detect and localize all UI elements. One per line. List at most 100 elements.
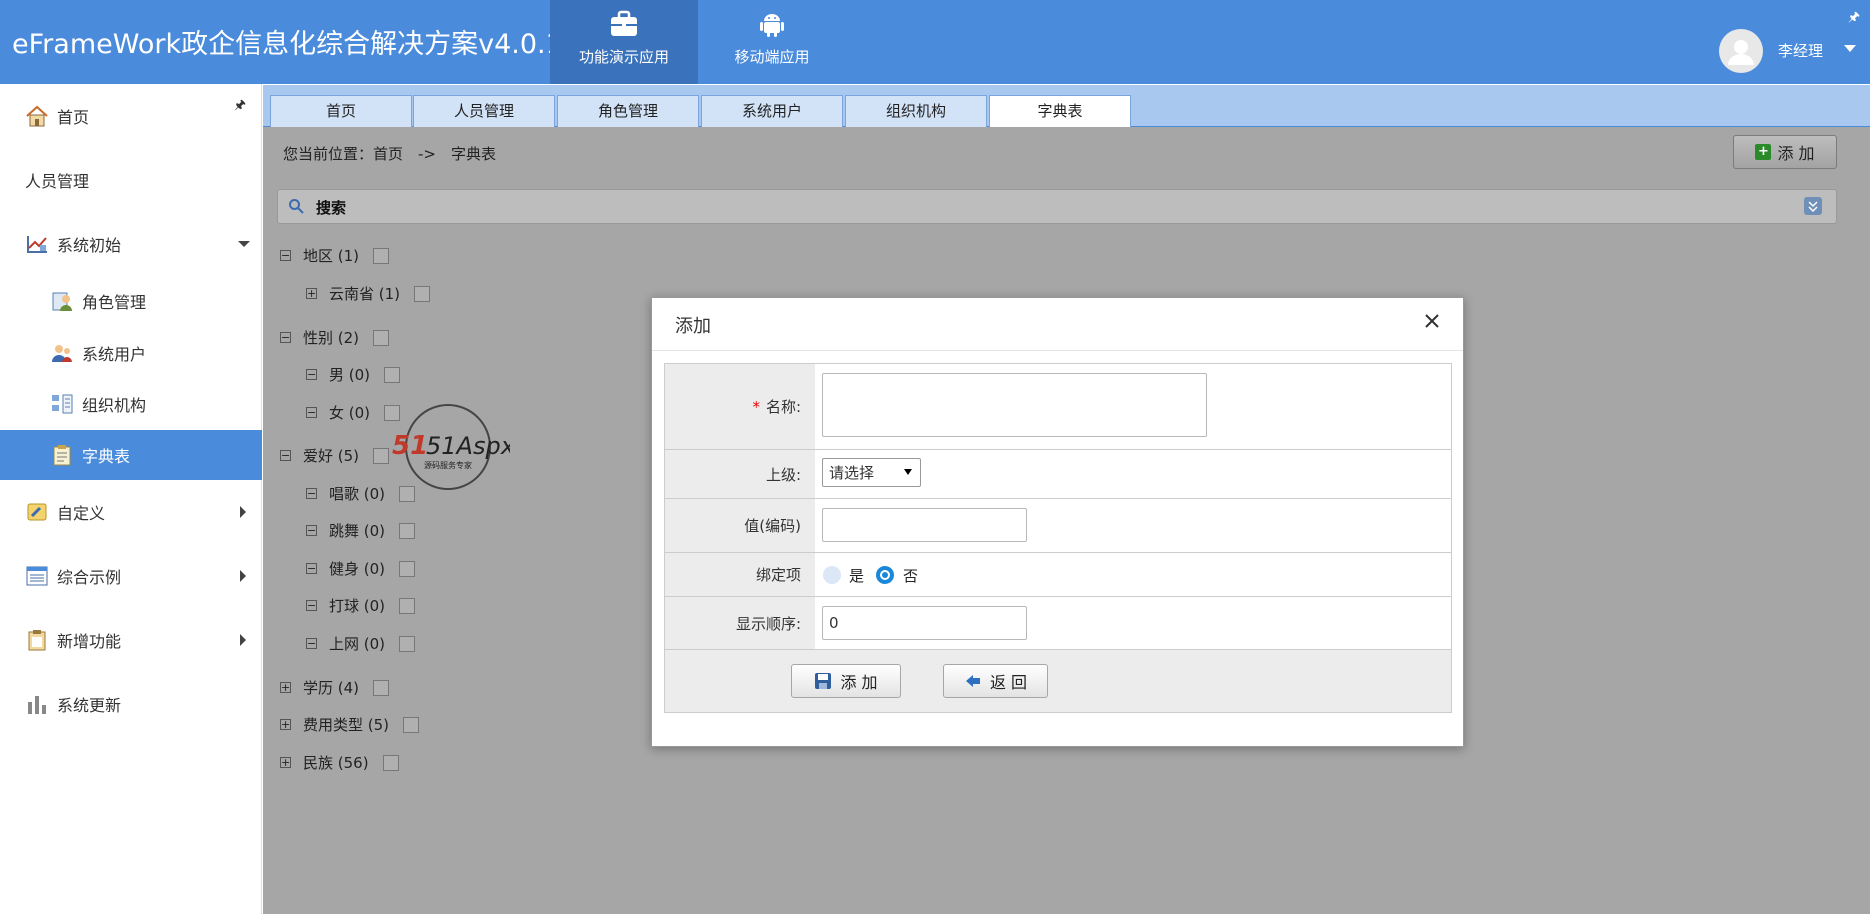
collapse-node-icon[interactable]: − [306,488,317,499]
tree-node[interactable]: − 上网 (0) [306,633,416,654]
sidebar-item-label: 综合示例 [57,568,122,587]
pin-icon[interactable]: 🖈 [1848,8,1860,30]
tree-checkbox[interactable] [373,247,390,264]
expand-node-icon[interactable]: + [280,682,291,693]
nav-mobile-apps[interactable]: 移动端应用 [698,0,846,84]
tree-checkbox[interactable] [399,560,416,577]
form-row [665,597,1451,650]
chevron-down-icon [904,469,912,475]
tree-checkbox[interactable] [399,597,416,614]
briefcase-icon [611,10,637,36]
collapse-node-icon[interactable]: − [306,563,317,574]
bind-yes-radio[interactable] [823,566,841,584]
sidebar-item-system-init[interactable]: 系统初始 [0,219,262,269]
name-input[interactable] [822,373,1207,437]
sidebar-item-custom[interactable]: 自定义 [0,487,262,537]
tab-system-users[interactable]: 系统用户 [701,95,843,127]
chevron-down-icon[interactable] [1844,45,1856,52]
sidebar-item-personnel[interactable]: 人员管理 [0,155,262,205]
user-name[interactable]: 李经理 [1778,40,1823,61]
collapse-node-icon[interactable]: − [306,369,317,380]
bar-chart-icon [28,696,46,714]
value-code-input[interactable] [822,508,1027,542]
sidebar-item-organization[interactable]: 组织机构 [0,379,262,429]
settings-chart-icon [27,236,47,253]
display-order-input[interactable]: 0 [822,606,1027,640]
tab-personnel[interactable]: 人员管理 [413,95,555,127]
role-icon [52,292,72,311]
close-icon[interactable] [1421,310,1443,332]
tree-checkbox[interactable] [414,285,431,302]
back-arrow-icon [965,675,980,687]
collapse-node-icon[interactable]: − [306,638,317,649]
dictionary-icon [53,445,71,466]
tab-dictionary[interactable]: 字典表 [989,95,1131,127]
dialog-divider [652,350,1463,351]
expand-node-icon[interactable]: + [280,757,291,768]
dialog-add-button[interactable]: 添 加 [791,664,901,698]
collapse-node-icon[interactable]: − [306,525,317,536]
list-icon [26,566,48,586]
nav-demo-apps[interactable]: 功能演示应用 [550,0,698,84]
scrollbar[interactable] [1853,127,1870,914]
sidebar-item-home[interactable]: 首页 [0,91,262,141]
save-icon [815,673,832,689]
tree-node[interactable]: − 跳舞 (0) [306,520,416,541]
collapse-node-icon[interactable]: − [306,600,317,611]
watermark-logo: 51 51Aspx 源码服务专家 [392,404,510,490]
tree-node[interactable]: − 打球 (0) [306,595,416,616]
search-icon [289,199,304,214]
tree-checkbox[interactable] [373,447,390,464]
sidebar-item-label: 组织机构 [82,396,147,415]
form-row [665,450,1451,499]
dialog-back-button[interactable]: 返 回 [943,664,1048,698]
collapse-icon[interactable] [1804,197,1822,215]
svg-text:51Aspx: 51Aspx [426,432,510,460]
tree-checkbox[interactable] [399,635,416,652]
tree-checkbox[interactable] [384,366,401,383]
collapse-node-icon[interactable]: − [280,450,291,461]
tab-home[interactable]: 首页 [270,95,412,127]
tree-node[interactable]: − 健身 (0) [306,558,416,579]
tree-checkbox[interactable] [403,716,420,733]
add-button[interactable]: + 添 加 [1733,135,1837,169]
expand-node-icon[interactable]: + [280,719,291,730]
tree-node[interactable]: − 男 (0) [306,364,401,385]
sidebar: 🖈 首页 人员管理 系统初始 角色管理 系统用户 组织机构 字典表 自定义 综合… [0,84,262,914]
tab-organization[interactable]: 组织机构 [845,95,987,127]
parent-select[interactable]: 请选择 [822,458,921,487]
collapse-node-icon[interactable]: − [280,250,291,261]
search-panel[interactable] [277,189,1837,224]
sidebar-item-roles[interactable]: 角色管理 [0,276,262,326]
android-icon [760,14,784,37]
sidebar-item-system-users[interactable]: 系统用户 [0,328,262,378]
chevron-right-icon [240,634,246,646]
tree-node[interactable]: + 费用类型 (5) [280,714,420,735]
sidebar-item-system-update[interactable]: 系统更新 [0,679,262,729]
tree-checkbox[interactable] [373,329,390,346]
collapse-node-icon[interactable]: − [306,407,317,418]
tree-checkbox[interactable] [373,679,390,696]
tree-checkbox[interactable] [382,754,399,771]
tree-node[interactable]: − 爱好 (5) [280,445,390,466]
tree-node[interactable]: + 学历 (4) [280,677,390,698]
collapse-node-icon[interactable]: − [280,332,291,343]
tree-node[interactable]: − 女 (0) [306,402,401,423]
expand-node-icon[interactable]: + [306,288,317,299]
tree-node[interactable]: − 地区 (1) [280,245,390,266]
tree-node[interactable]: − 性别 (2) [280,327,390,348]
sidebar-item-new-features[interactable]: 新增功能 [0,615,262,665]
sidebar-item-label: 人员管理 [25,172,90,191]
chevron-right-icon [240,570,246,582]
tree-checkbox[interactable] [399,522,416,539]
sidebar-item-examples[interactable]: 综合示例 [0,551,262,601]
sidebar-item-label: 首页 [57,108,90,127]
tab-roles[interactable]: 角色管理 [557,95,699,127]
svg-text:源码服务专家: 源码服务专家 [424,460,472,470]
tree-node[interactable]: + 民族 (56) [280,752,399,773]
form-row [665,499,1451,553]
bind-no-radio[interactable] [876,566,894,584]
sidebar-item-dictionary[interactable]: 字典表 [0,430,262,480]
avatar[interactable] [1719,29,1763,73]
tree-node[interactable]: + 云南省 (1) [306,283,431,304]
